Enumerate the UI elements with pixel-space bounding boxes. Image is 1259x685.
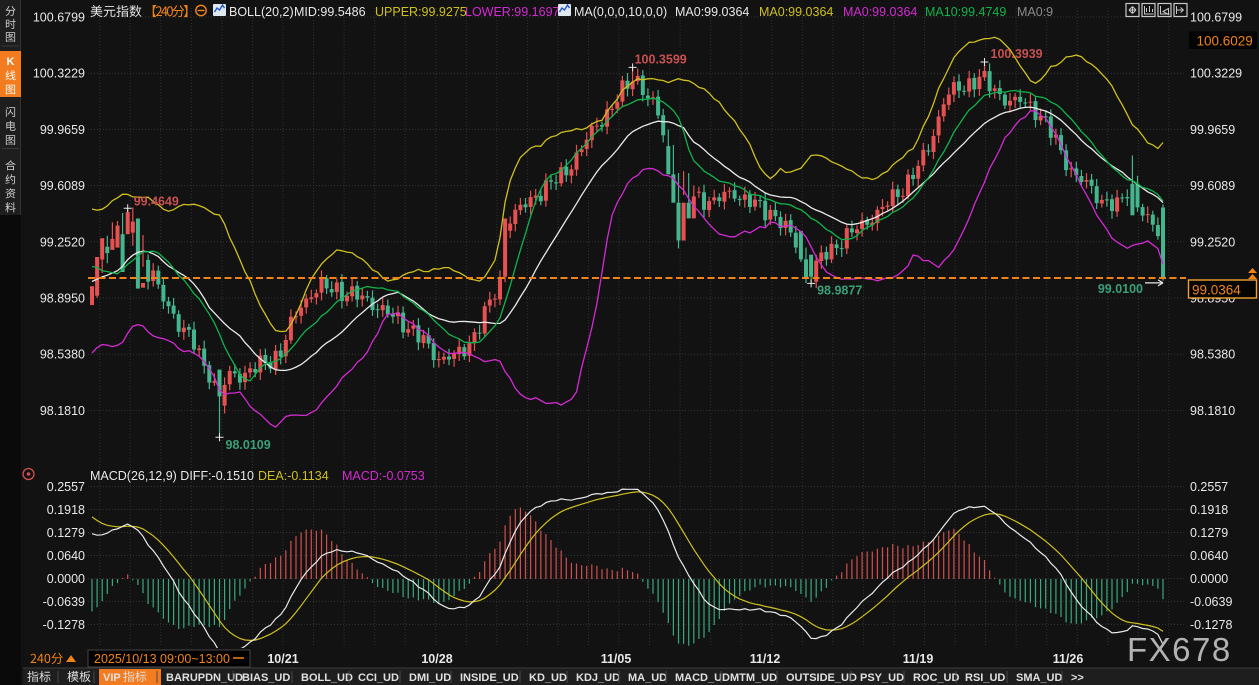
svg-text:100.3599: 100.3599: [635, 52, 687, 66]
svg-text:FX678: FX678: [1127, 631, 1232, 668]
svg-text:98.0109: 98.0109: [226, 438, 271, 452]
svg-text:99.2520: 99.2520: [1190, 235, 1235, 249]
svg-text:MA(0,0,0,10,0,0): MA(0,0,0,10,0,0): [574, 5, 667, 19]
svg-text:0.0000: 0.0000: [47, 572, 85, 586]
svg-text:100.3229: 100.3229: [1190, 67, 1242, 81]
svg-text:0.0640: 0.0640: [1190, 549, 1228, 563]
svg-text:100.3229: 100.3229: [33, 67, 85, 81]
svg-text:MA0:9: MA0:9: [1017, 5, 1053, 19]
svg-text:MID:99.5486: MID:99.5486: [294, 5, 366, 19]
svg-text:98.8950: 98.8950: [40, 292, 85, 306]
svg-text:99.0364: 99.0364: [1192, 283, 1241, 298]
svg-text:98.1810: 98.1810: [40, 404, 85, 418]
svg-text:MA0:99.0364: MA0:99.0364: [843, 5, 917, 19]
svg-text:ROC_UD: ROC_UD: [913, 672, 960, 684]
svg-text:0.1918: 0.1918: [1190, 503, 1228, 517]
svg-text:0.2557: 0.2557: [47, 480, 85, 494]
svg-text:INSIDE_UD: INSIDE_UD: [460, 672, 519, 684]
svg-text:98.5380: 98.5380: [40, 348, 85, 362]
svg-text:KDJ_UD: KDJ_UD: [576, 672, 620, 684]
svg-text:PSY_UD: PSY_UD: [860, 672, 904, 684]
svg-text:UPPER:99.9275: UPPER:99.9275: [375, 5, 467, 19]
svg-text:MA0:99.0364: MA0:99.0364: [675, 5, 749, 19]
svg-text:98.1810: 98.1810: [1190, 404, 1235, 418]
svg-text:99.2520: 99.2520: [40, 235, 85, 249]
svg-text:100.6799: 100.6799: [33, 11, 85, 25]
svg-text:CCI_UD: CCI_UD: [358, 672, 399, 684]
svg-text:100.3939: 100.3939: [991, 47, 1043, 61]
svg-text:BARUPDN_UD: BARUPDN_UD: [166, 672, 243, 684]
svg-text:-0.0639: -0.0639: [43, 595, 85, 609]
svg-text:2025/10/13 09:00~13:00: 2025/10/13 09:00~13:00: [94, 652, 230, 666]
svg-text:99.4649: 99.4649: [134, 194, 179, 208]
svg-text:MACD(26,12,9) DIFF:-0.1510: MACD(26,12,9) DIFF:-0.1510: [90, 469, 254, 483]
svg-text:100.6799: 100.6799: [1190, 11, 1242, 25]
svg-text:98.5380: 98.5380: [1190, 348, 1235, 362]
svg-text:DEA:-0.1134: DEA:-0.1134: [258, 469, 329, 483]
svg-text:BIAS_UD: BIAS_UD: [242, 672, 290, 684]
svg-text:MA10:99.4749: MA10:99.4749: [925, 5, 1006, 19]
svg-text:0.1279: 0.1279: [47, 526, 85, 540]
svg-text:MACD:-0.0753: MACD:-0.0753: [342, 469, 425, 483]
svg-text:MACD_UD: MACD_UD: [675, 672, 730, 684]
svg-text:MA_UD: MA_UD: [628, 672, 667, 684]
svg-text:-0.1278: -0.1278: [43, 618, 85, 632]
svg-text:KD_UD: KD_UD: [529, 672, 567, 684]
svg-text:98.9877: 98.9877: [817, 283, 862, 297]
svg-text:BOLL(20,2): BOLL(20,2): [229, 5, 294, 19]
svg-text:MTM_UD: MTM_UD: [730, 672, 777, 684]
svg-text:0.0640: 0.0640: [47, 549, 85, 563]
svg-text:SMA_UD: SMA_UD: [1016, 672, 1063, 684]
svg-text:K: K: [7, 56, 15, 68]
svg-text:0.1279: 0.1279: [1190, 526, 1228, 540]
svg-text:RSI_UD: RSI_UD: [965, 672, 1005, 684]
svg-text:-0.0639: -0.0639: [1190, 595, 1232, 609]
svg-text:-0.1278: -0.1278: [1190, 618, 1232, 632]
svg-text:BOLL_UD: BOLL_UD: [301, 672, 353, 684]
svg-text:11/26: 11/26: [1053, 652, 1084, 666]
svg-text:99.9659: 99.9659: [40, 123, 85, 137]
svg-text:11/19: 11/19: [903, 652, 934, 666]
svg-text:DMI_UD: DMI_UD: [409, 672, 451, 684]
svg-text:>>: >>: [1071, 672, 1084, 684]
svg-text:0.0000: 0.0000: [1190, 572, 1228, 586]
svg-text:VIP: VIP: [103, 672, 121, 684]
svg-text:11/12: 11/12: [750, 652, 781, 666]
svg-text:100.6029: 100.6029: [1197, 34, 1253, 49]
svg-text:99.6089: 99.6089: [40, 179, 85, 193]
svg-text:10/28: 10/28: [421, 652, 452, 666]
svg-text:0.1918: 0.1918: [47, 503, 85, 517]
svg-text:LOWER:99.1697: LOWER:99.1697: [465, 5, 560, 19]
svg-text:0.2557: 0.2557: [1190, 480, 1228, 494]
svg-text:11/05: 11/05: [601, 652, 632, 666]
svg-text:OUTSIDE_UD: OUTSIDE_UD: [786, 672, 857, 684]
svg-text:MA0:99.0364: MA0:99.0364: [759, 5, 833, 19]
svg-text:99.6089: 99.6089: [1190, 179, 1235, 193]
svg-text:99.9659: 99.9659: [1190, 123, 1235, 137]
svg-text:10/21: 10/21: [267, 652, 298, 666]
svg-text:99.0100: 99.0100: [1098, 282, 1143, 296]
